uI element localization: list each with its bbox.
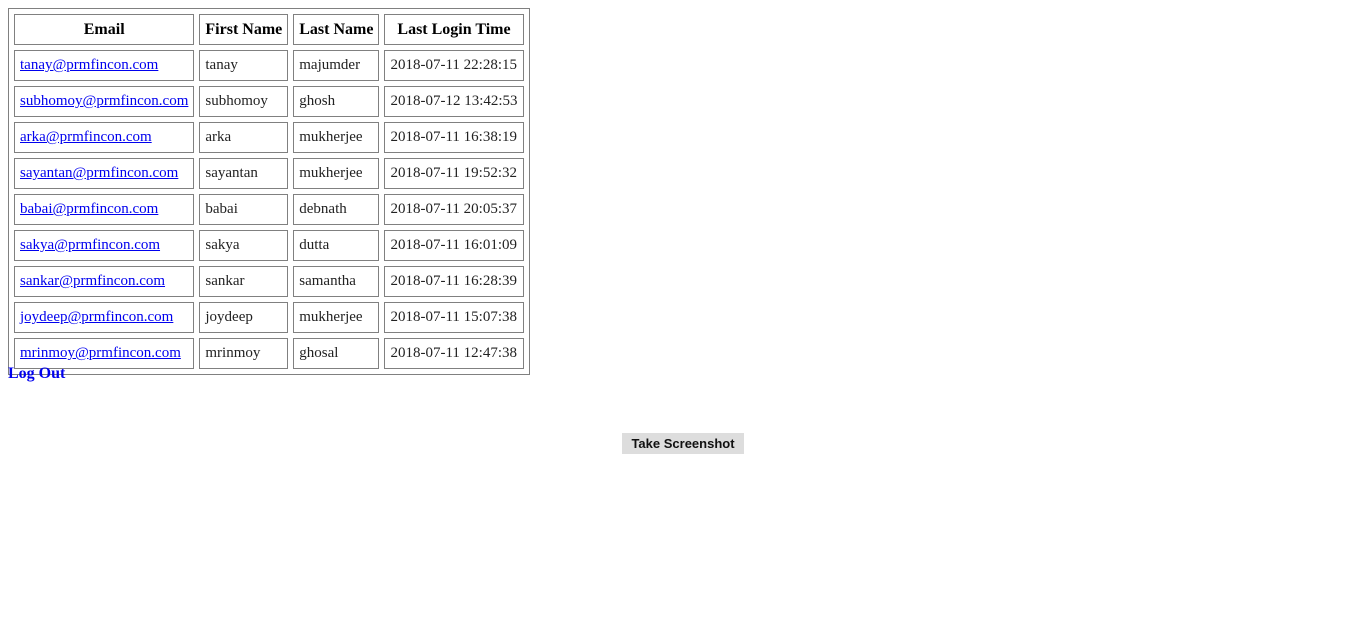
table-row: sankar@prmfincon.com sankar samantha 201… [14, 266, 524, 297]
table-row: subhomoy@prmfincon.com subhomoy ghosh 20… [14, 86, 524, 117]
last-login-cell: 2018-07-11 16:28:39 [384, 266, 524, 297]
email-link[interactable]: sankar@prmfincon.com [20, 273, 165, 289]
last-login-cell: 2018-07-12 13:42:53 [384, 86, 524, 117]
first-name-cell: sakya [199, 230, 289, 261]
logout-link[interactable]: Log Out [8, 365, 65, 383]
email-link[interactable]: sakya@prmfincon.com [20, 237, 160, 253]
last-login-cell: 2018-07-11 16:38:19 [384, 122, 524, 153]
last-name-cell: mukherjee [293, 158, 380, 189]
table-row: sayantan@prmfincon.com sayantan mukherje… [14, 158, 524, 189]
last-login-cell: 2018-07-11 12:47:38 [384, 338, 524, 369]
email-link[interactable]: subhomoy@prmfincon.com [20, 93, 188, 109]
column-header-first-name: First Name [199, 14, 289, 45]
first-name-cell: joydeep [199, 302, 289, 333]
email-link[interactable]: mrinmoy@prmfincon.com [20, 345, 181, 361]
last-login-cell: 2018-07-11 15:07:38 [384, 302, 524, 333]
email-cell: babai@prmfincon.com [14, 194, 195, 225]
first-name-cell: tanay [199, 50, 289, 81]
table-row: joydeep@prmfincon.com joydeep mukherjee … [14, 302, 524, 333]
email-cell: subhomoy@prmfincon.com [14, 86, 195, 117]
table-row: tanay@prmfincon.com tanay majumder 2018-… [14, 50, 524, 81]
column-header-email: Email [14, 14, 195, 45]
users-table: Email First Name Last Name Last Login Ti… [8, 8, 530, 375]
last-login-cell: 2018-07-11 22:28:15 [384, 50, 524, 81]
page: Email First Name Last Name Last Login Ti… [0, 0, 1366, 635]
first-name-cell: sayantan [199, 158, 289, 189]
last-name-cell: samantha [293, 266, 380, 297]
last-login-cell: 2018-07-11 19:52:32 [384, 158, 524, 189]
email-cell: tanay@prmfincon.com [14, 50, 195, 81]
take-screenshot-button[interactable]: Take Screenshot [622, 433, 744, 454]
first-name-cell: subhomoy [199, 86, 289, 117]
last-name-cell: majumder [293, 50, 380, 81]
email-link[interactable]: joydeep@prmfincon.com [20, 309, 173, 325]
email-cell: sankar@prmfincon.com [14, 266, 195, 297]
first-name-cell: babai [199, 194, 289, 225]
table-row: babai@prmfincon.com babai debnath 2018-0… [14, 194, 524, 225]
last-name-cell: mukherjee [293, 122, 380, 153]
last-name-cell: ghosh [293, 86, 380, 117]
last-name-cell: dutta [293, 230, 380, 261]
table-row: sakya@prmfincon.com sakya dutta 2018-07-… [14, 230, 524, 261]
email-link[interactable]: babai@prmfincon.com [20, 201, 158, 217]
email-cell: joydeep@prmfincon.com [14, 302, 195, 333]
last-login-cell: 2018-07-11 16:01:09 [384, 230, 524, 261]
last-name-cell: mukherjee [293, 302, 380, 333]
table-row: arka@prmfincon.com arka mukherjee 2018-0… [14, 122, 524, 153]
first-name-cell: sankar [199, 266, 289, 297]
last-name-cell: debnath [293, 194, 380, 225]
column-header-last-login: Last Login Time [384, 14, 524, 45]
column-header-last-name: Last Name [293, 14, 380, 45]
email-link[interactable]: tanay@prmfincon.com [20, 57, 158, 73]
email-cell: sayantan@prmfincon.com [14, 158, 195, 189]
email-link[interactable]: arka@prmfincon.com [20, 129, 152, 145]
last-name-cell: ghosal [293, 338, 380, 369]
table-row: mrinmoy@prmfincon.com mrinmoy ghosal 201… [14, 338, 524, 369]
first-name-cell: arka [199, 122, 289, 153]
first-name-cell: mrinmoy [199, 338, 289, 369]
email-link[interactable]: sayantan@prmfincon.com [20, 165, 178, 181]
email-cell: arka@prmfincon.com [14, 122, 195, 153]
last-login-cell: 2018-07-11 20:05:37 [384, 194, 524, 225]
email-cell: sakya@prmfincon.com [14, 230, 195, 261]
table-header-row: Email First Name Last Name Last Login Ti… [14, 14, 524, 45]
